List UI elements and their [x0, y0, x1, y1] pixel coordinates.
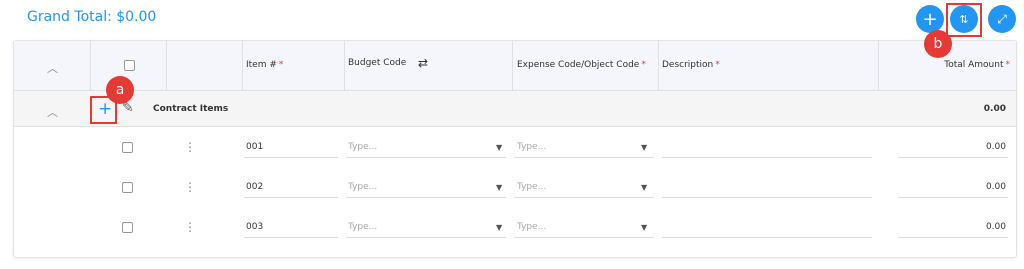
table-header: ︿ Item # * Budget Code ⇄ Expense Code/Obj… — [14, 41, 1016, 91]
callout-b: b — [924, 30, 952, 58]
column-header-total-amount: Total Amount * — [944, 60, 1010, 70]
budget-dropdown-caret-icon[interactable]: ▼ — [496, 183, 502, 192]
budget-underline — [346, 237, 506, 238]
callout-a: a — [106, 76, 134, 104]
amount-underline — [898, 157, 1008, 158]
group-collapse-chevron-icon[interactable]: ︿ — [47, 104, 58, 120]
budget-code-select[interactable]: Type... — [348, 142, 377, 152]
sort-button[interactable]: ⇅ — [950, 5, 978, 33]
expense-code-select[interactable]: Type... — [517, 182, 546, 192]
row-checkbox[interactable] — [122, 222, 133, 233]
row-menu-dots-icon[interactable]: ⋮ — [184, 180, 196, 194]
column-header-expense-code: Expense Code/Object Code * — [517, 60, 646, 70]
column-divider — [242, 41, 243, 91]
column-header-budget-code: Budget Code — [348, 58, 407, 68]
select-all-checkbox[interactable] — [124, 60, 135, 71]
item-number[interactable]: 002 — [246, 182, 263, 192]
budget-code-select[interactable]: Type... — [348, 222, 377, 232]
expense-dropdown-caret-icon[interactable]: ▼ — [641, 183, 647, 192]
table-row: ⋮ 003 Type... ▼ Type... ▼ 0.00 — [14, 207, 1016, 247]
amount-underline — [898, 237, 1008, 238]
description-field[interactable] — [662, 237, 872, 238]
budget-dropdown-caret-icon[interactable]: ▼ — [496, 143, 502, 152]
collapse-all-chevron-icon[interactable]: ︿ — [47, 60, 58, 76]
expense-code-select[interactable]: Type... — [517, 222, 546, 232]
swap-arrows-icon[interactable]: ⇄ — [418, 56, 428, 70]
expand-button[interactable]: ⤢ — [988, 5, 1016, 33]
expand-icon: ⤢ — [997, 11, 1007, 26]
expense-underline — [514, 157, 654, 158]
column-divider — [344, 41, 345, 91]
amount-underline — [898, 197, 1008, 198]
add-button[interactable]: + — [916, 5, 944, 33]
row-menu-dots-icon[interactable]: ⋮ — [184, 140, 196, 154]
row-amount[interactable]: 0.00 — [986, 182, 1006, 192]
column-divider — [90, 41, 91, 91]
item-number[interactable]: 001 — [246, 142, 263, 152]
table-row: ⋮ 002 Type... ▼ Type... ▼ 0.00 — [14, 167, 1016, 207]
expense-code-select[interactable]: Type... — [517, 142, 546, 152]
item-underline — [244, 157, 338, 158]
column-header-description: Description * — [662, 60, 720, 70]
item-underline — [244, 197, 338, 198]
sort-arrows-icon: ⇅ — [959, 12, 969, 26]
row-menu-dots-icon[interactable]: ⋮ — [184, 220, 196, 234]
budget-dropdown-caret-icon[interactable]: ▼ — [496, 223, 502, 232]
column-divider — [512, 41, 513, 91]
column-divider — [658, 41, 659, 91]
expense-dropdown-caret-icon[interactable]: ▼ — [641, 223, 647, 232]
budget-underline — [346, 157, 506, 158]
group-title: Contract Items — [153, 104, 229, 114]
column-header-item-num: Item # * — [246, 60, 284, 70]
item-underline — [244, 237, 338, 238]
column-divider — [878, 41, 879, 91]
description-field[interactable] — [662, 197, 872, 198]
grand-total: Grand Total: $0.00 — [27, 9, 157, 25]
row-checkbox[interactable] — [122, 142, 133, 153]
row-amount[interactable]: 0.00 — [986, 142, 1006, 152]
budget-underline — [346, 197, 506, 198]
expense-underline — [514, 237, 654, 238]
description-field[interactable] — [662, 157, 872, 158]
column-divider — [166, 41, 167, 91]
item-number[interactable]: 003 — [246, 222, 263, 232]
line-items-table: ︿ Item # * Budget Code ⇄ Expense Code/Obj… — [13, 40, 1017, 258]
group-total: 0.00 — [983, 104, 1006, 114]
row-checkbox[interactable] — [122, 182, 133, 193]
table-row: ⋮ 001 Type... ▼ Type... ▼ 0.00 — [14, 127, 1016, 167]
expense-dropdown-caret-icon[interactable]: ▼ — [641, 143, 647, 152]
budget-code-select[interactable]: Type... — [348, 182, 377, 192]
plus-icon: + — [922, 8, 938, 30]
expense-underline — [514, 197, 654, 198]
row-amount[interactable]: 0.00 — [986, 222, 1006, 232]
